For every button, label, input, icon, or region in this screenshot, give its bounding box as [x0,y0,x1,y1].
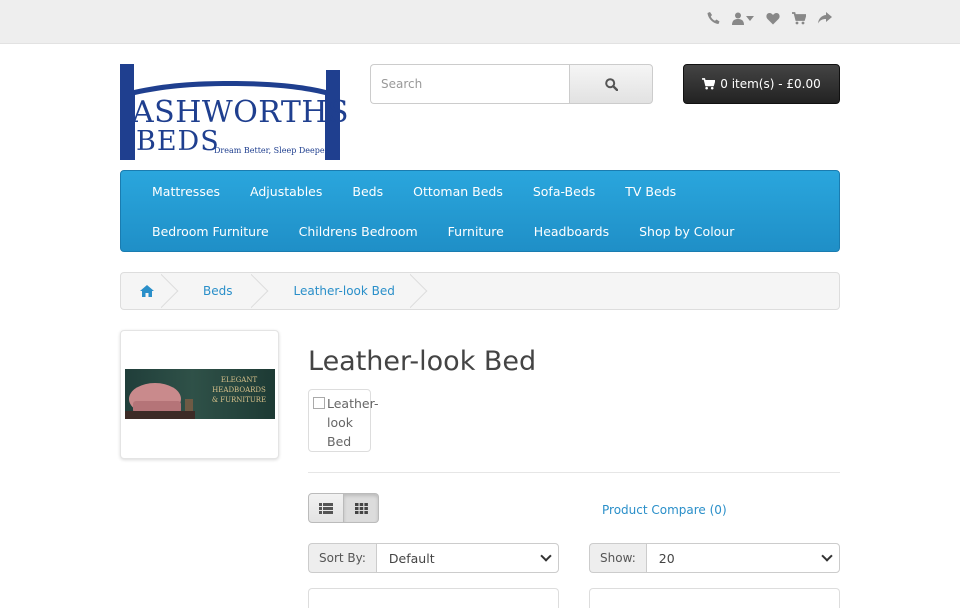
banner-line1: ELEGANT [220,376,258,384]
banner-line2: HEADBOARDS [212,386,266,394]
broken-image-icon [313,397,325,409]
breadcrumb-separator [161,273,183,309]
breadcrumb-separator [410,273,432,309]
product-card[interactable] [589,588,840,608]
menu-item-adjustables[interactable]: Adjustables [235,171,337,211]
product-compare-link[interactable]: Product Compare (0) [602,503,727,517]
caret-down-icon [746,15,754,21]
breadcrumb-item-current[interactable]: Leather-look Bed [262,273,420,309]
menu-item-headboards[interactable]: Headboards [519,211,624,251]
view-toggle [308,493,379,523]
logo-line2: BEDS [136,126,220,157]
sort-select[interactable]: Default [375,543,559,573]
chevron-down-icon [821,550,833,562]
breadcrumb-label: Beds [203,284,233,298]
grid-icon [354,502,368,514]
grid-view-button[interactable] [344,493,379,523]
search-bar [370,64,653,104]
limit-select[interactable]: 20 [645,543,840,573]
user-icon[interactable] [732,12,754,25]
list-icon [319,502,333,514]
product-card[interactable] [308,588,559,608]
search-button[interactable] [569,64,653,104]
top-links [707,11,832,25]
breadcrumb-label: Leather-look Bed [293,284,395,298]
phone-icon[interactable] [707,11,720,25]
breadcrumb-home[interactable] [121,273,172,309]
top-bar [0,0,960,44]
search-input[interactable] [370,64,569,104]
heart-icon[interactable] [766,12,780,25]
main-menu: Mattresses Adjustables Beds Ottoman Beds… [120,170,840,252]
site-logo[interactable]: ASHWORTHS BEDS Dream Better, Sleep Deepe… [120,64,350,160]
logo-line1: ASHWORTHS [132,95,350,130]
menu-item-furniture[interactable]: Furniture [433,211,519,251]
menu-item-childrens-bedroom[interactable]: Childrens Bedroom [284,211,433,251]
chevron-down-icon [540,550,552,562]
cart-icon [702,78,716,90]
sort-value: Default [388,550,435,566]
category-image[interactable]: Leather-look Bed [308,389,378,452]
sort-control: Sort By: Default [308,543,559,573]
cart-icon[interactable] [792,11,806,25]
menu-item-sofa-beds[interactable]: Sofa-Beds [518,171,610,211]
breadcrumb: Beds Leather-look Bed [120,272,840,310]
sidebar-banner[interactable]: ELEGANT HEADBOARDS & FURNITURE [120,330,279,459]
cart-button[interactable]: 0 item(s) - £0.00 [683,64,840,104]
banner-line3: & FURNITURE [211,396,267,404]
breadcrumb-item-beds[interactable]: Beds [172,273,262,309]
image-alt-text: Leather-look Bed [327,396,379,449]
cart-total: 0 item(s) - £0.00 [720,77,821,91]
page-title: Leather-look Bed [308,346,537,377]
menu-item-bedroom-furniture[interactable]: Bedroom Furniture [137,211,284,251]
banner-text: ELEGANT HEADBOARDS & FURNITURE [205,375,273,405]
list-view-button[interactable] [308,493,344,523]
show-label: Show: [589,543,646,573]
banner-image: ELEGANT HEADBOARDS & FURNITURE [125,369,275,419]
menu-item-shop-by-colour[interactable]: Shop by Colour [624,211,749,251]
limit-control: Show: 20 [589,543,840,573]
share-icon[interactable] [818,12,832,24]
home-icon [140,285,154,297]
logo-tagline: Dream Better, Sleep Deeper [214,146,329,155]
search-icon [604,77,618,91]
menu-item-mattresses[interactable]: Mattresses [137,171,235,211]
menu-item-ottoman-beds[interactable]: Ottoman Beds [398,171,518,211]
limit-value: 20 [658,550,675,566]
sort-label: Sort By: [308,543,376,573]
divider [308,472,840,473]
breadcrumb-separator [251,273,273,309]
menu-item-beds[interactable]: Beds [337,171,398,211]
menu-item-tv-beds[interactable]: TV Beds [610,171,691,211]
